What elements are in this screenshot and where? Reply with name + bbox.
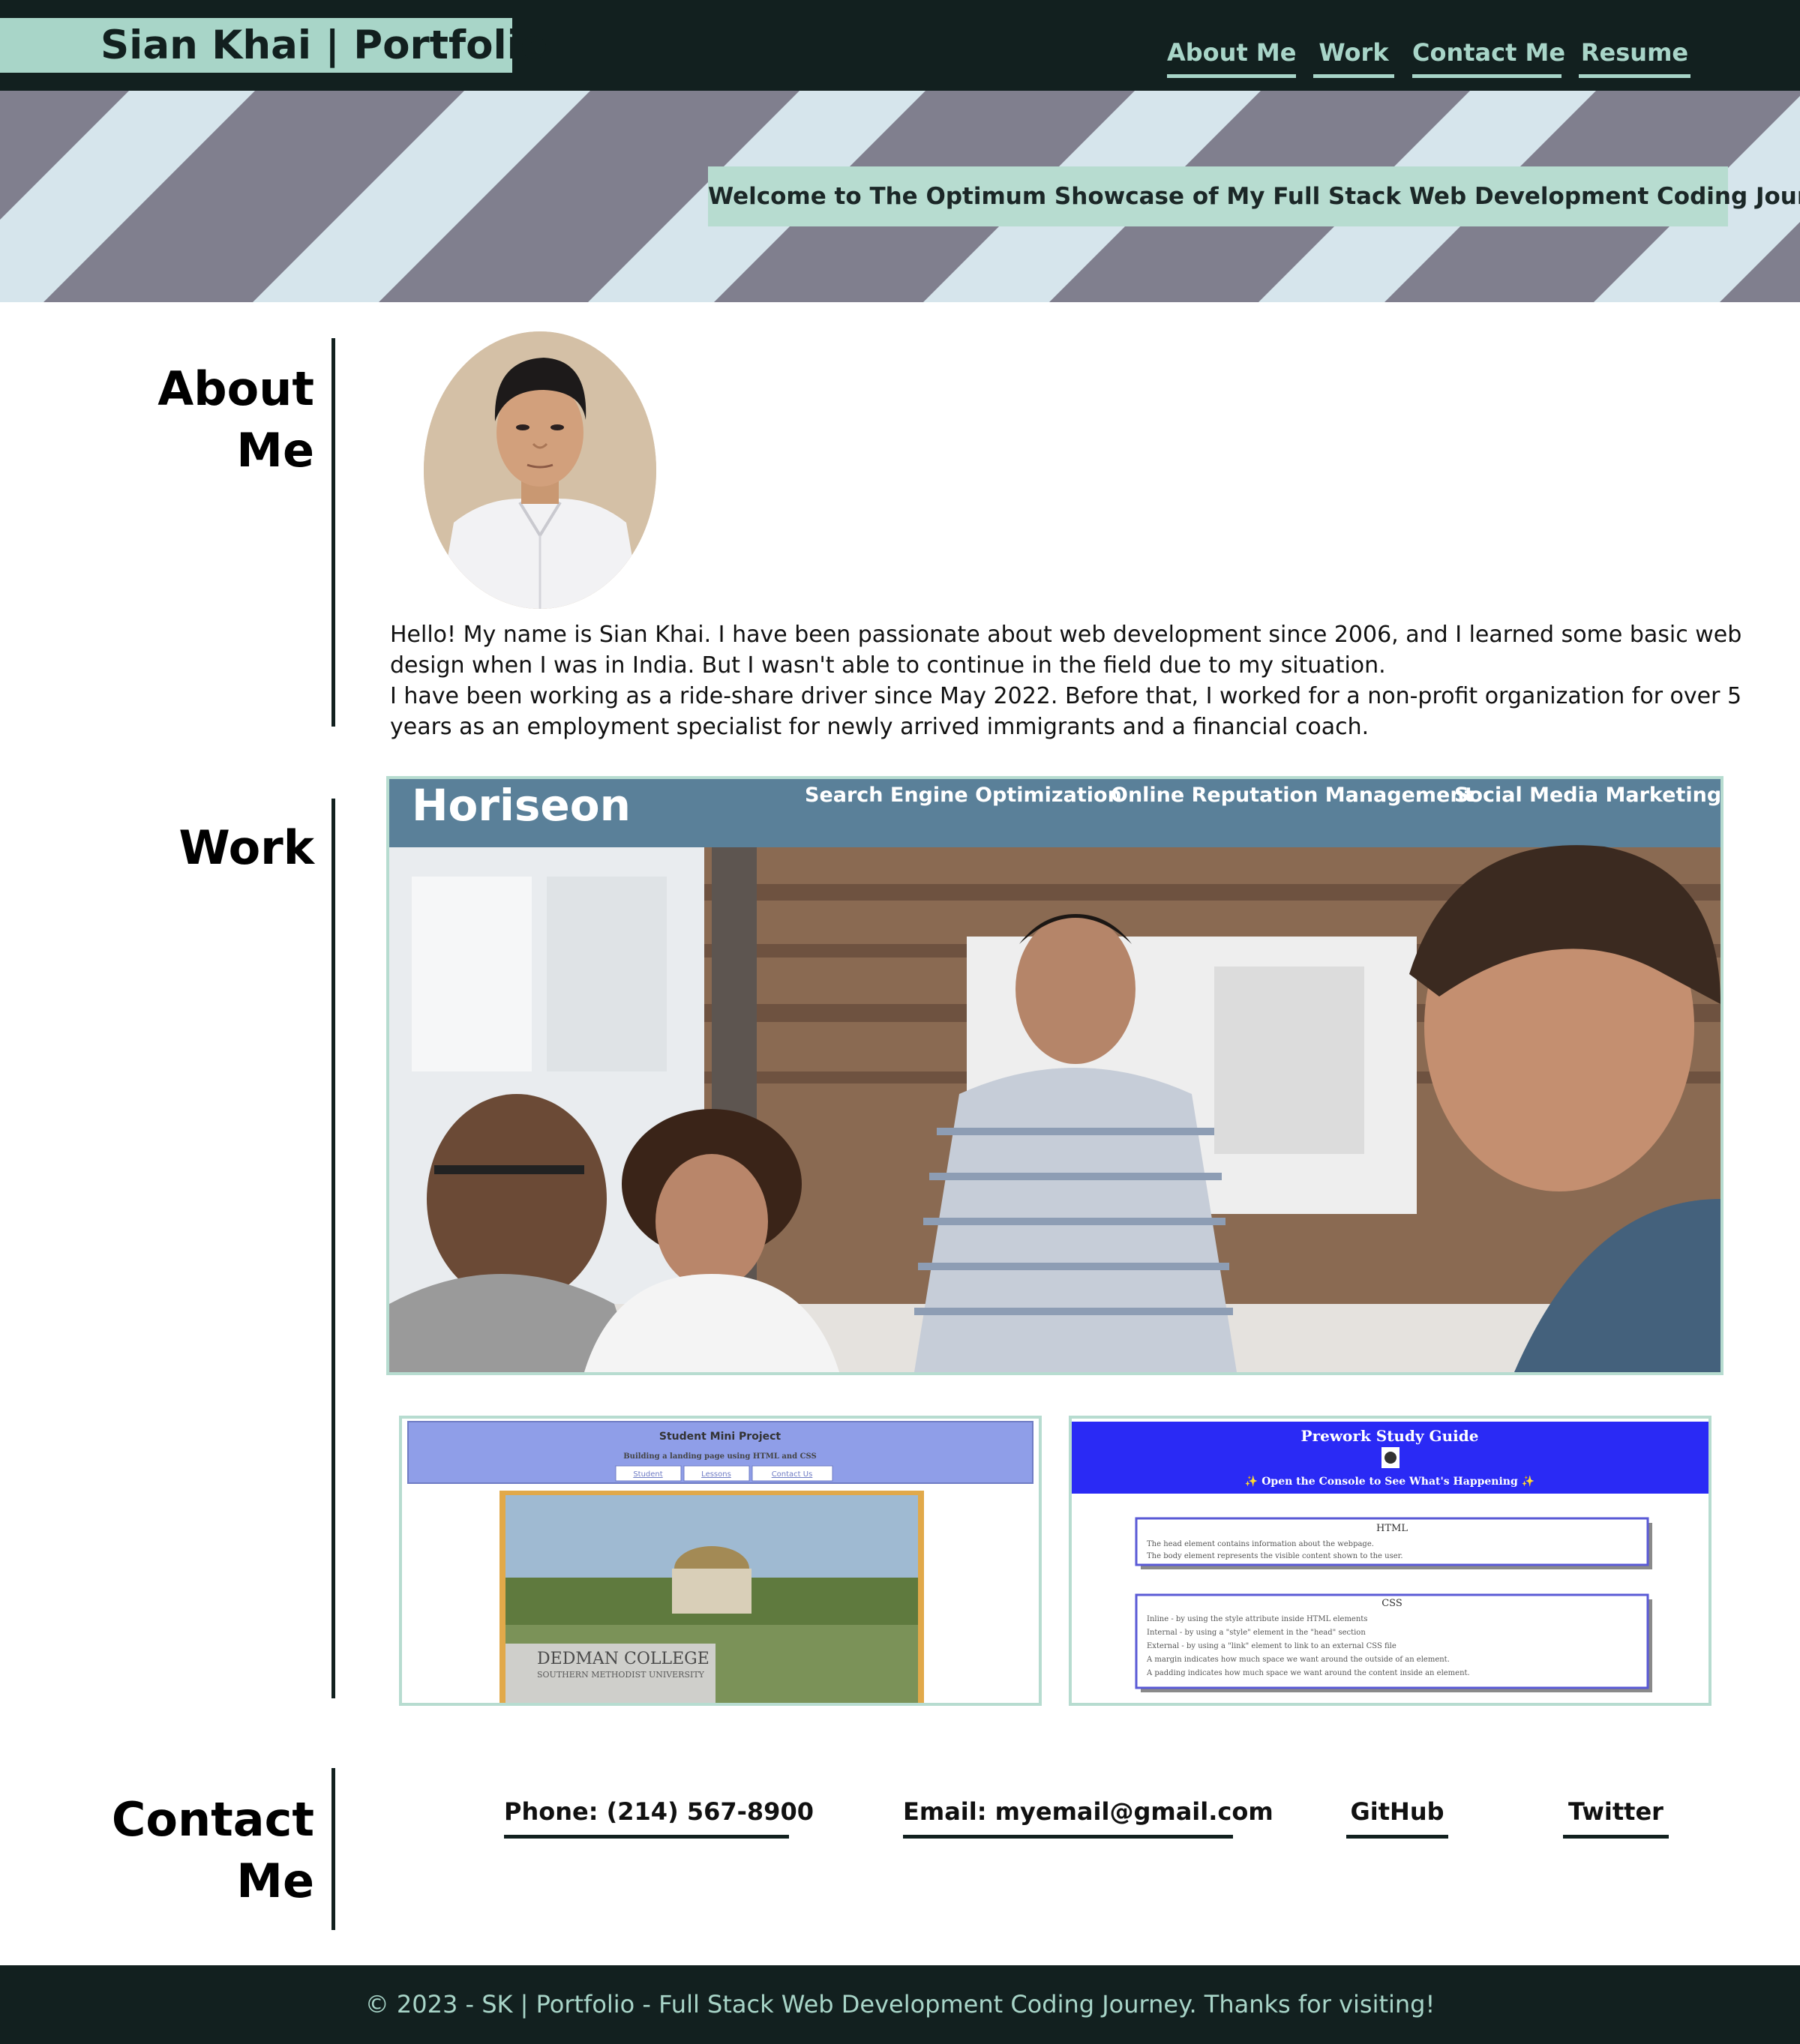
mini-project-sign-line2: SOUTHERN METHODIST UNIVERSITY [537, 1670, 705, 1680]
work-divider [332, 799, 335, 1698]
prework-html-heading: HTML [1376, 1523, 1408, 1534]
horiseon-nav-orm: Online Reputation Management [1111, 784, 1474, 807]
prework-css-item-4: A margin indicates how much space we wan… [1146, 1656, 1450, 1664]
mini-project-link-contact: Contact Us [772, 1470, 813, 1479]
prework-css-item-1: Inline - by using the style attribute in… [1147, 1615, 1367, 1623]
work-heading: Work [178, 820, 314, 875]
contact-divider [332, 1768, 335, 1930]
prework-css-item-5: A padding indicates how much space we wa… [1146, 1669, 1470, 1677]
profile-photo [424, 331, 656, 609]
prework-subtitle: ✨ Open the Console to See What's Happeni… [1245, 1475, 1534, 1488]
nav-work[interactable]: Work [1313, 31, 1394, 78]
bio-paragraph-2: I have been working as a ride-share driv… [390, 683, 1742, 740]
prework-html-item-1: The head element contains information ab… [1147, 1540, 1374, 1548]
nav-contact-me[interactable]: Contact Me [1412, 31, 1565, 78]
prework-logo-icon [1384, 1452, 1396, 1464]
horiseon-logo: Horiseon [412, 780, 631, 831]
work-card-horiseon[interactable]: Horiseon Search Engine Optimization Onli… [386, 776, 1724, 1375]
prework-css-heading: CSS [1382, 1598, 1402, 1609]
contact-heading-line2: Me [236, 1854, 314, 1908]
about-bio: Hello! My name is Sian Khai. I have been… [390, 619, 1785, 742]
horiseon-nav-seo: Search Engine Optimization [805, 784, 1122, 807]
bio-paragraph-1: Hello! My name is Sian Khai. I have been… [390, 622, 1742, 679]
mini-project-link-student: Student [633, 1470, 662, 1479]
mini-project-sign-line1: DEDMAN COLLEGE [537, 1650, 710, 1668]
hero-banner: Welcome to The Optimum Showcase of My Fu… [0, 91, 1800, 302]
contact-twitter-link[interactable]: Twitter [1563, 1791, 1669, 1839]
prework-css-item-2: Internal - by using a "style" element in… [1147, 1629, 1366, 1637]
site-footer: © 2023 - SK | Portfolio - Full Stack Web… [0, 1965, 1800, 2044]
about-divider [332, 338, 335, 727]
work-card-prework[interactable]: Prework Study Guide ✨ Open the Console t… [1069, 1416, 1712, 1706]
mini-project-link-lessons: Lessons [701, 1470, 731, 1479]
contact-github-link[interactable]: GitHub [1346, 1791, 1448, 1839]
nav-about-me[interactable]: About Me [1167, 31, 1296, 78]
prework-html-item-2: The body element represents the visible … [1147, 1552, 1403, 1560]
prework-css-item-3: External - by using a "link" element to … [1147, 1642, 1396, 1650]
welcome-banner: Welcome to The Optimum Showcase of My Fu… [708, 166, 1800, 226]
contact-heading-line1: Contact [111, 1792, 314, 1847]
contact-heading: Contact Me [112, 1789, 314, 1912]
horiseon-nav-smm: Social Media Marketing [1454, 784, 1720, 807]
contact-phone-link[interactable]: Phone: (214) 567-8900 [504, 1791, 814, 1839]
nav-resume[interactable]: Resume [1579, 31, 1690, 78]
site-header: Sian Khai | Portfolio About Me Work Cont… [0, 0, 1800, 91]
main-nav: About Me Work Contact Me Resume [0, 31, 1800, 78]
about-heading: About Me [158, 358, 314, 481]
work-card-mini-project[interactable]: Student Mini Project Building a landing … [399, 1416, 1042, 1706]
about-heading-line1: About [158, 361, 314, 416]
mini-project-title: Student Mini Project [659, 1431, 782, 1443]
prework-title: Prework Study Guide [1301, 1427, 1479, 1445]
mini-project-subtitle: Building a landing page using HTML and C… [623, 1452, 817, 1461]
about-heading-line2: Me [236, 423, 314, 478]
contact-email-link[interactable]: Email: myemail@gmail.com [903, 1791, 1274, 1839]
